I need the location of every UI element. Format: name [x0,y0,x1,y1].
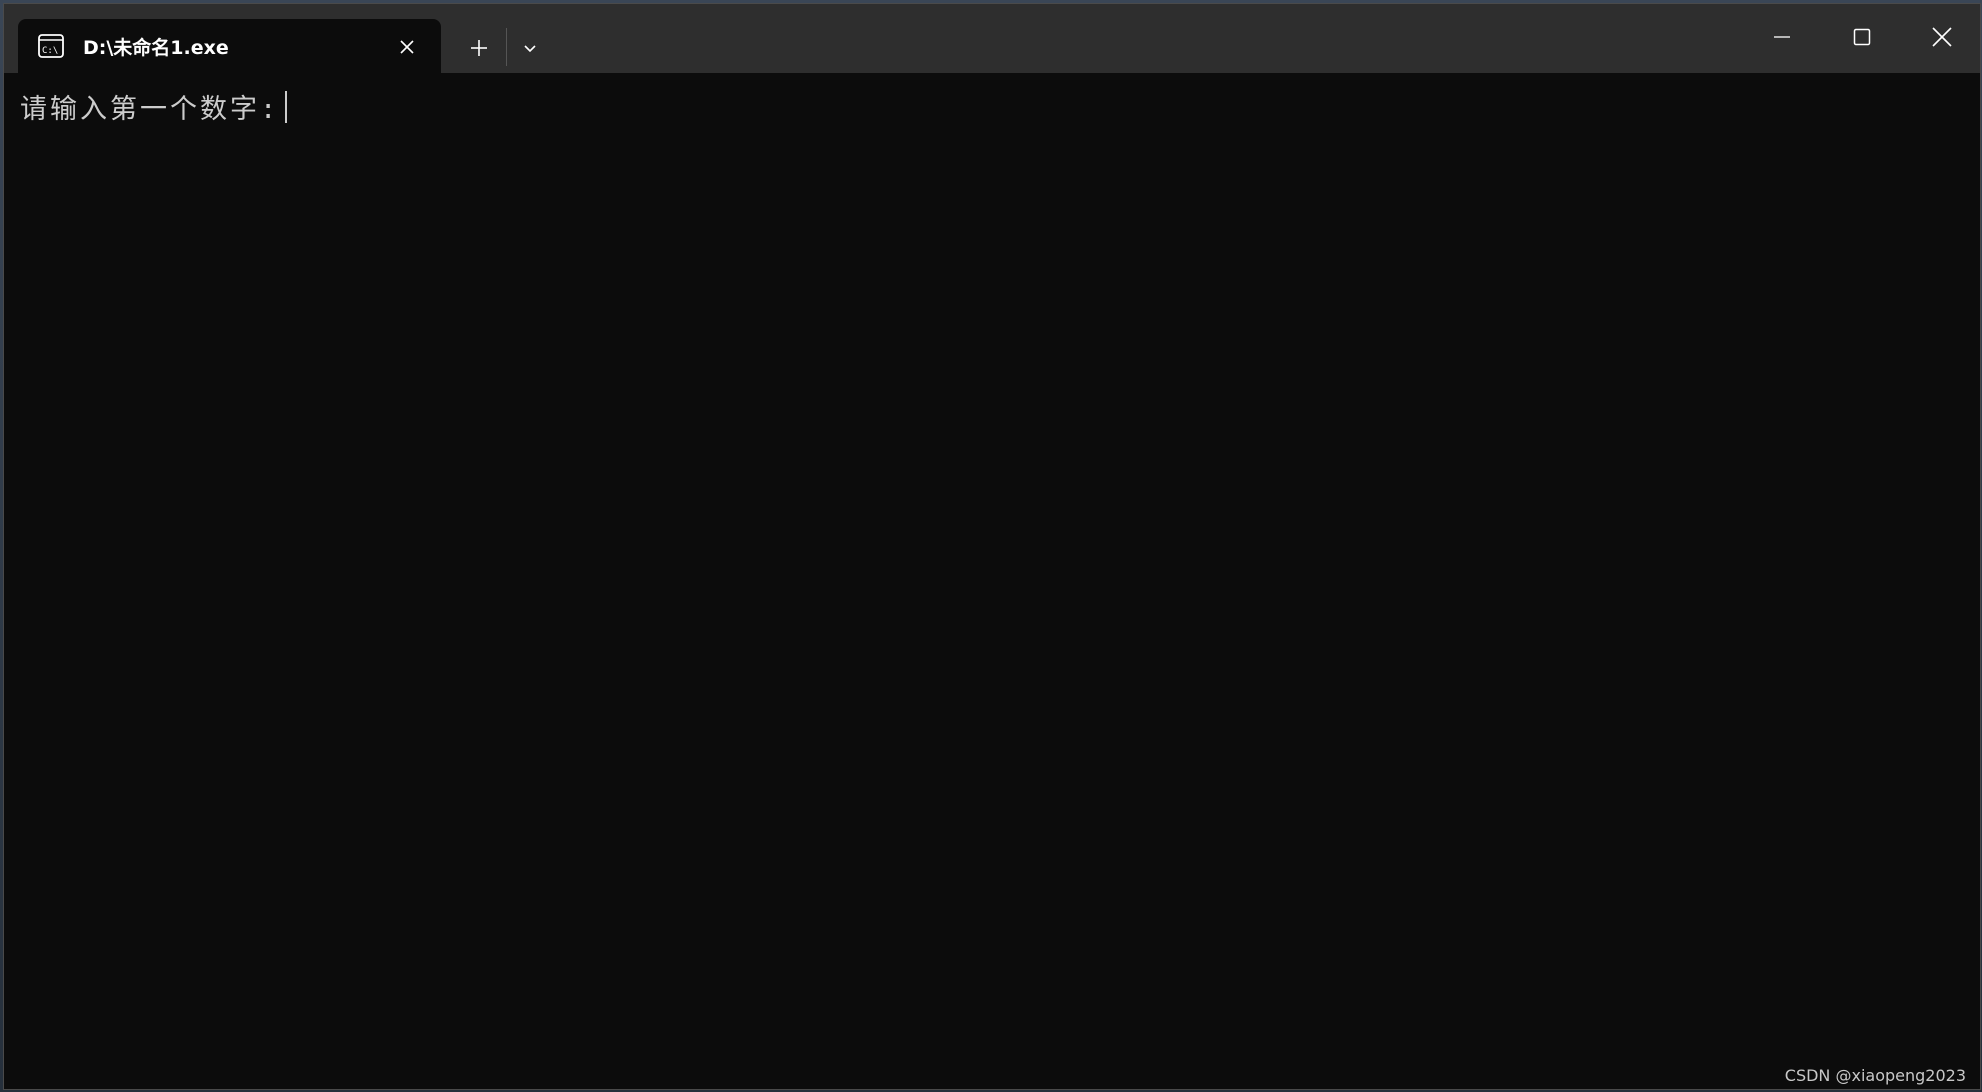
title-bar[interactable]: C:\ D:\未命名1.exe [4,4,1980,76]
console-output[interactable]: 请输入第一个数字: CSDN @xiaopeng2023 [4,73,1980,1089]
terminal-window: C:\ D:\未命名1.exe 请输入第一个数字: CSDN @xiaopeng… [3,3,1981,1090]
tab-title: D:\未命名1.exe [83,37,229,59]
chevron-down-icon [524,45,536,53]
minimize-icon [1774,36,1790,38]
console-icon: C:\ [38,34,64,58]
maximize-icon [1853,28,1871,46]
svg-text:C:\: C:\ [42,46,58,56]
tab-active[interactable]: C:\ D:\未命名1.exe [18,19,441,76]
close-window-button[interactable] [1902,4,1980,70]
maximize-button[interactable] [1822,4,1902,70]
watermark: CSDN @xiaopeng2023 [1784,1066,1966,1085]
tab-dropdown-button[interactable] [510,28,550,68]
close-icon [1932,27,1952,47]
prompt-line: 请输入第一个数字: [20,87,288,126]
plus-icon [471,40,487,56]
text-cursor [285,90,288,123]
minimize-button[interactable] [1742,4,1822,70]
tab-divider [506,28,507,66]
new-tab-button[interactable] [459,28,499,68]
prompt-text: 请输入第一个数字: [20,94,280,125]
close-tab-button[interactable] [393,33,421,61]
close-icon [400,40,414,54]
